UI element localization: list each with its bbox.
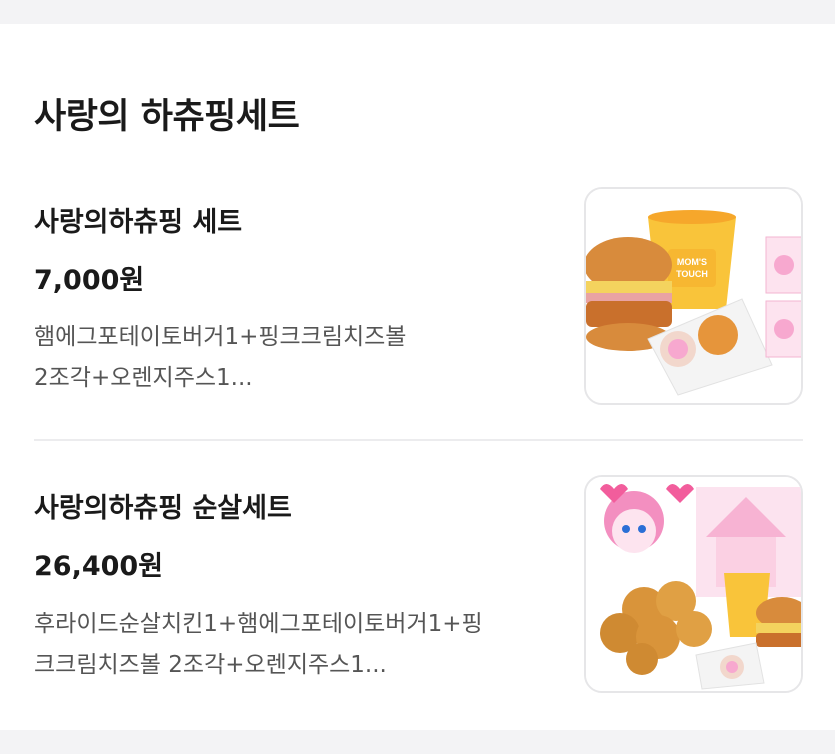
item-price: 7,000원: [34, 265, 145, 296]
item-name: 사랑의하츄핑 세트: [34, 207, 243, 238]
svg-text:MOM'S: MOM'S: [677, 257, 707, 267]
item-thumbnail[interactable]: MOM'S TOUCH: [584, 187, 803, 405]
set-image: [586, 477, 801, 691]
item-thumbnail[interactable]: [584, 475, 803, 693]
item-description: 후라이드순살치킨1+햄에그포테이토버거1+핑 크크림치즈볼 2조각+오렌지주스1…: [34, 611, 483, 678]
svg-text:TOUCH: TOUCH: [676, 269, 708, 279]
section-title: 사랑의 하츄핑세트: [34, 97, 300, 137]
menu-section-card: 사랑의 하츄핑세트 사랑의하츄핑 세트 7,000원 햄에그포테이토버거1+핑크…: [0, 24, 835, 730]
item-description: 햄에그포테이토버거1+핑크크림치즈볼 2조각+오렌지주스1...: [34, 324, 407, 391]
set-image: MOM'S TOUCH: [586, 189, 801, 403]
item-name: 사랑의하츄핑 순살세트: [34, 493, 292, 524]
item-price: 26,400원: [34, 551, 164, 582]
item-divider: [34, 439, 803, 441]
